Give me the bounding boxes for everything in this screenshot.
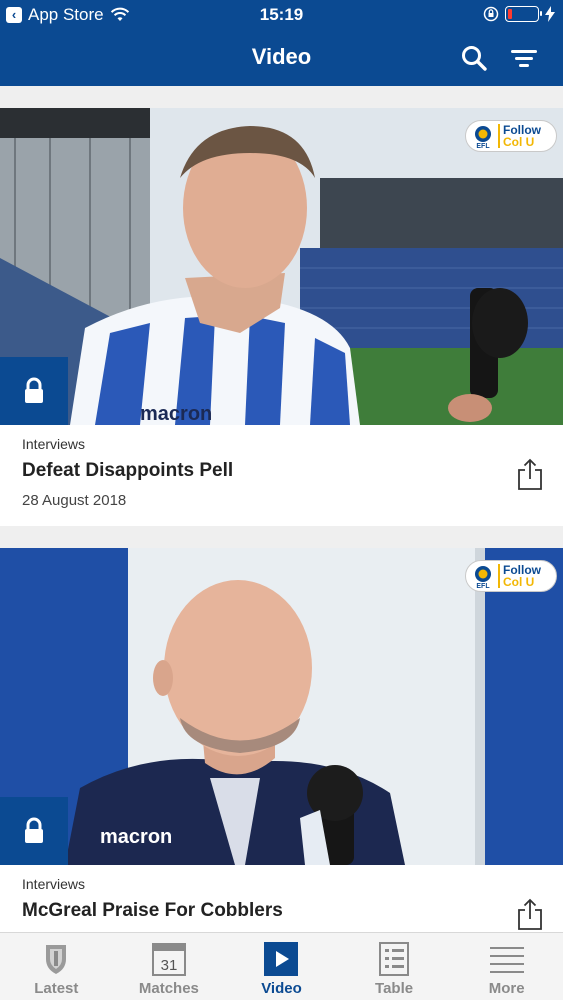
svg-text:31: 31 [161, 957, 178, 974]
calendar-icon: 31 [151, 943, 186, 976]
follow-col-u-badge: EFL Follow Col U [465, 560, 557, 592]
video-thumbnail[interactable]: macron EFL Follow Col U [0, 548, 563, 865]
share-icon[interactable] [517, 458, 543, 490]
nav-bar: Video [0, 30, 563, 86]
tab-table[interactable]: Table [338, 933, 451, 1000]
tab-label: Matches [138, 980, 199, 997]
tab-more[interactable]: More [450, 933, 563, 1000]
search-icon[interactable] [460, 44, 488, 72]
video-feed[interactable]: macron EFL Follow Col U Interviews Defea… [0, 86, 563, 932]
lock-icon [25, 377, 43, 403]
tab-label: Video [261, 980, 302, 997]
tab-label: Table [375, 980, 414, 997]
locked-content-indicator [0, 357, 68, 425]
charging-bolt-icon [545, 6, 555, 22]
video-title[interactable]: Defeat Disappoints Pell [22, 460, 493, 482]
battery-icon [505, 6, 542, 22]
menu-icon [489, 947, 524, 973]
table-icon [379, 942, 410, 976]
efl-logo-icon: EFL [472, 565, 494, 590]
video-category: Interviews [22, 876, 86, 892]
svg-text:macron: macron [140, 403, 212, 425]
tab-latest[interactable]: Latest [0, 933, 113, 1000]
video-date: 28 August 2018 [22, 492, 127, 509]
svg-text:macron: macron [100, 826, 172, 848]
tab-matches[interactable]: 31 Matches [113, 933, 226, 1000]
lock-icon [25, 817, 43, 843]
video-title[interactable]: McGreal Praise For Cobblers [22, 900, 493, 922]
tab-bar: Latest 31 Matches Video Table More [0, 932, 563, 1000]
tab-label: Latest [34, 980, 79, 997]
status-bar: ‹ App Store 15:19 [0, 0, 563, 30]
efl-logo-icon: EFL [472, 125, 494, 150]
player-interview-image: macron [0, 108, 563, 425]
video-card[interactable]: macron EFL Follow Col U [0, 548, 563, 932]
tab-video[interactable]: Video [225, 933, 338, 1000]
clock: 15:19 [259, 5, 304, 24]
video-thumbnail[interactable]: macron EFL Follow Col U [0, 108, 563, 425]
play-icon [264, 942, 299, 976]
crest-icon [46, 945, 67, 974]
video-card[interactable]: macron EFL Follow Col U [0, 108, 563, 526]
manager-interview-image: macron [0, 548, 563, 865]
locked-content-indicator [0, 797, 68, 865]
tab-label: More [488, 980, 525, 997]
filter-icon[interactable] [510, 44, 538, 72]
follow-col-u-badge: EFL Follow Col U [465, 120, 557, 152]
share-icon[interactable] [517, 898, 543, 930]
orientation-lock-icon [483, 6, 499, 22]
video-category: Interviews [22, 436, 86, 452]
